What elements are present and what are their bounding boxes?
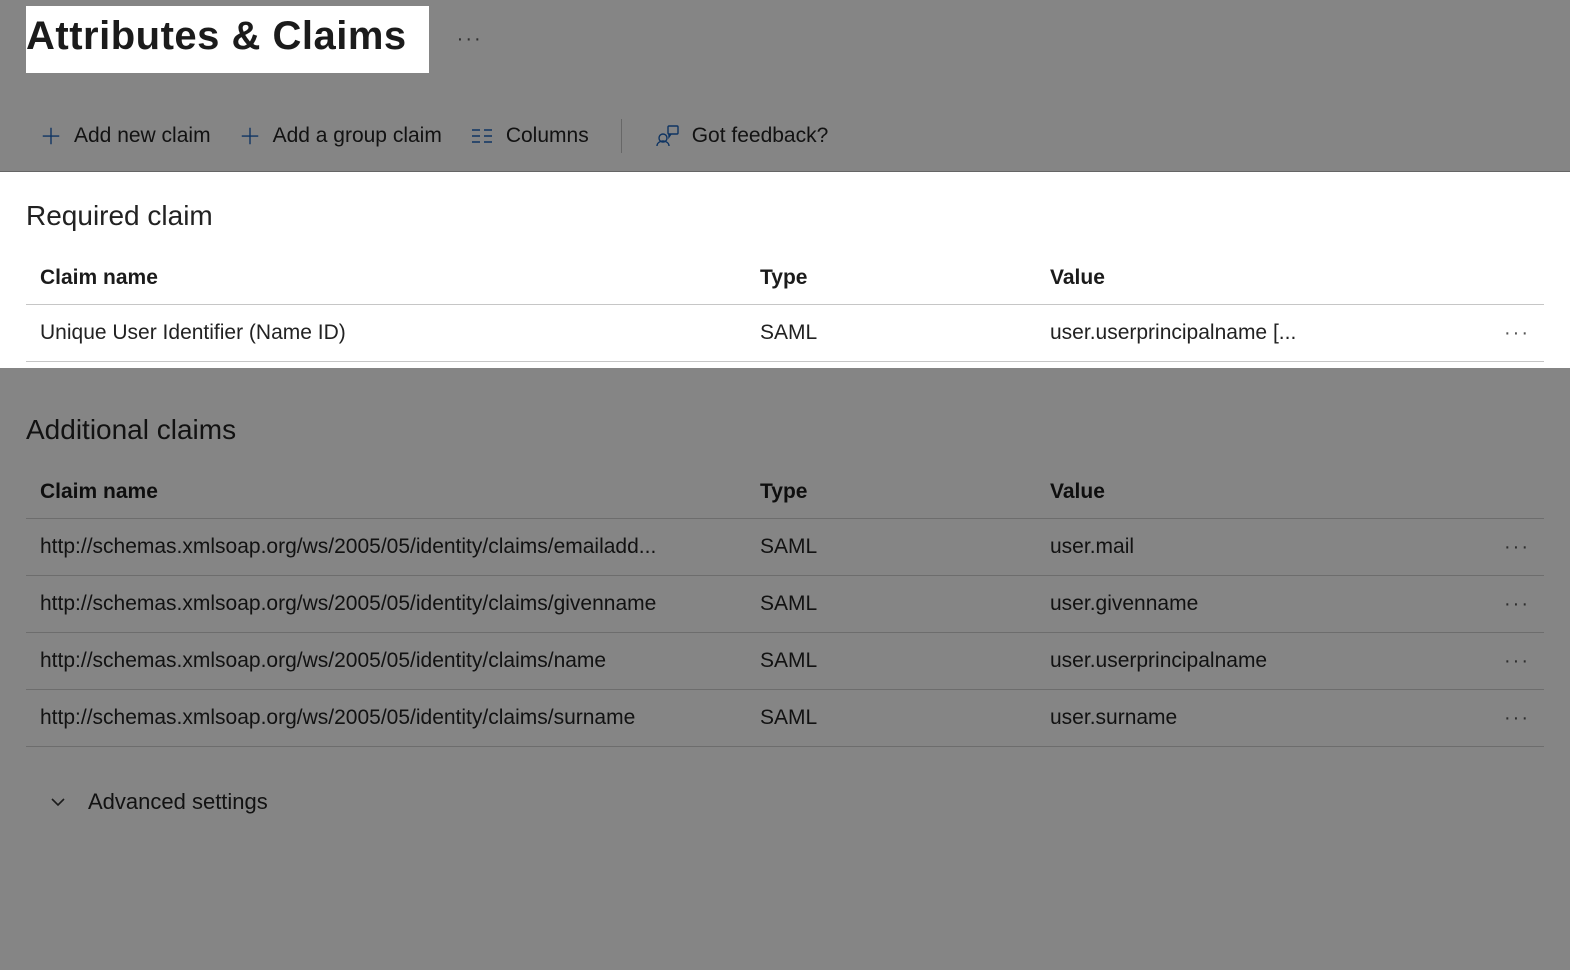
- row-more-actions[interactable]: ···: [1504, 536, 1530, 558]
- claim-value: user.userprincipalname [...: [1036, 305, 1488, 362]
- toolbar-separator: [621, 119, 622, 153]
- claim-name: http://schemas.xmlsoap.org/ws/2005/05/id…: [40, 649, 606, 673]
- claim-type: SAML: [746, 690, 1036, 747]
- claim-name: http://schemas.xmlsoap.org/ws/2005/05/id…: [40, 706, 635, 730]
- required-claim-row[interactable]: Unique User Identifier (Name ID) SAML us…: [26, 305, 1544, 362]
- add-new-claim-button[interactable]: Add new claim: [40, 124, 211, 148]
- col-header-value: Value: [1036, 466, 1488, 519]
- row-more-actions[interactable]: ···: [1504, 322, 1530, 344]
- claim-type: SAML: [746, 519, 1036, 576]
- additional-section-heading: Additional claims: [0, 388, 1570, 456]
- row-more-actions[interactable]: ···: [1504, 593, 1530, 615]
- feedback-label: Got feedback?: [692, 124, 829, 148]
- advanced-settings-toggle[interactable]: Advanced settings: [0, 747, 1570, 815]
- col-header-value: Value: [1036, 252, 1488, 305]
- add-new-claim-label: Add new claim: [74, 124, 211, 148]
- claim-value: user.userprincipalname: [1036, 633, 1488, 690]
- claim-value: user.surname: [1036, 690, 1488, 747]
- col-header-type: Type: [746, 252, 1036, 305]
- row-more-actions[interactable]: ···: [1504, 707, 1530, 729]
- row-more-actions[interactable]: ···: [1504, 650, 1530, 672]
- columns-button[interactable]: Columns: [470, 124, 589, 148]
- col-header-type: Type: [746, 466, 1036, 519]
- plus-icon: [40, 125, 62, 147]
- claim-name: Unique User Identifier (Name ID): [40, 321, 346, 345]
- claim-type: SAML: [746, 305, 1036, 362]
- required-section-heading: Required claim: [0, 174, 1570, 242]
- toolbar: Add new claim Add a group claim Columns …: [0, 91, 1570, 172]
- add-group-claim-button[interactable]: Add a group claim: [239, 124, 442, 148]
- claim-value: user.givenname: [1036, 576, 1488, 633]
- additional-claim-row[interactable]: http://schemas.xmlsoap.org/ws/2005/05/id…: [26, 576, 1544, 633]
- required-claims-table: Claim name Type Value Unique User Identi…: [26, 252, 1544, 362]
- additional-claims-table: Claim name Type Value http://schemas.xml…: [26, 466, 1544, 747]
- claim-name: http://schemas.xmlsoap.org/ws/2005/05/id…: [40, 592, 656, 616]
- title-more-actions[interactable]: ···: [457, 28, 483, 51]
- claim-name: http://schemas.xmlsoap.org/ws/2005/05/id…: [40, 535, 656, 559]
- additional-claim-row[interactable]: http://schemas.xmlsoap.org/ws/2005/05/id…: [26, 519, 1544, 576]
- additional-claim-row[interactable]: http://schemas.xmlsoap.org/ws/2005/05/id…: [26, 690, 1544, 747]
- columns-icon: [470, 126, 494, 146]
- plus-icon: [239, 125, 261, 147]
- feedback-icon: [654, 124, 680, 148]
- chevron-down-icon: [48, 792, 68, 812]
- claim-value: user.mail: [1036, 519, 1488, 576]
- add-group-claim-label: Add a group claim: [273, 124, 442, 148]
- col-header-name: Claim name: [26, 252, 746, 305]
- page-title: Attributes & Claims: [26, 14, 407, 59]
- claim-type: SAML: [746, 633, 1036, 690]
- columns-label: Columns: [506, 124, 589, 148]
- additional-claim-row[interactable]: http://schemas.xmlsoap.org/ws/2005/05/id…: [26, 633, 1544, 690]
- feedback-button[interactable]: Got feedback?: [654, 124, 829, 148]
- claim-type: SAML: [746, 576, 1036, 633]
- page-title-container: Attributes & Claims: [26, 6, 429, 73]
- advanced-settings-label: Advanced settings: [88, 789, 268, 815]
- col-header-name: Claim name: [26, 466, 746, 519]
